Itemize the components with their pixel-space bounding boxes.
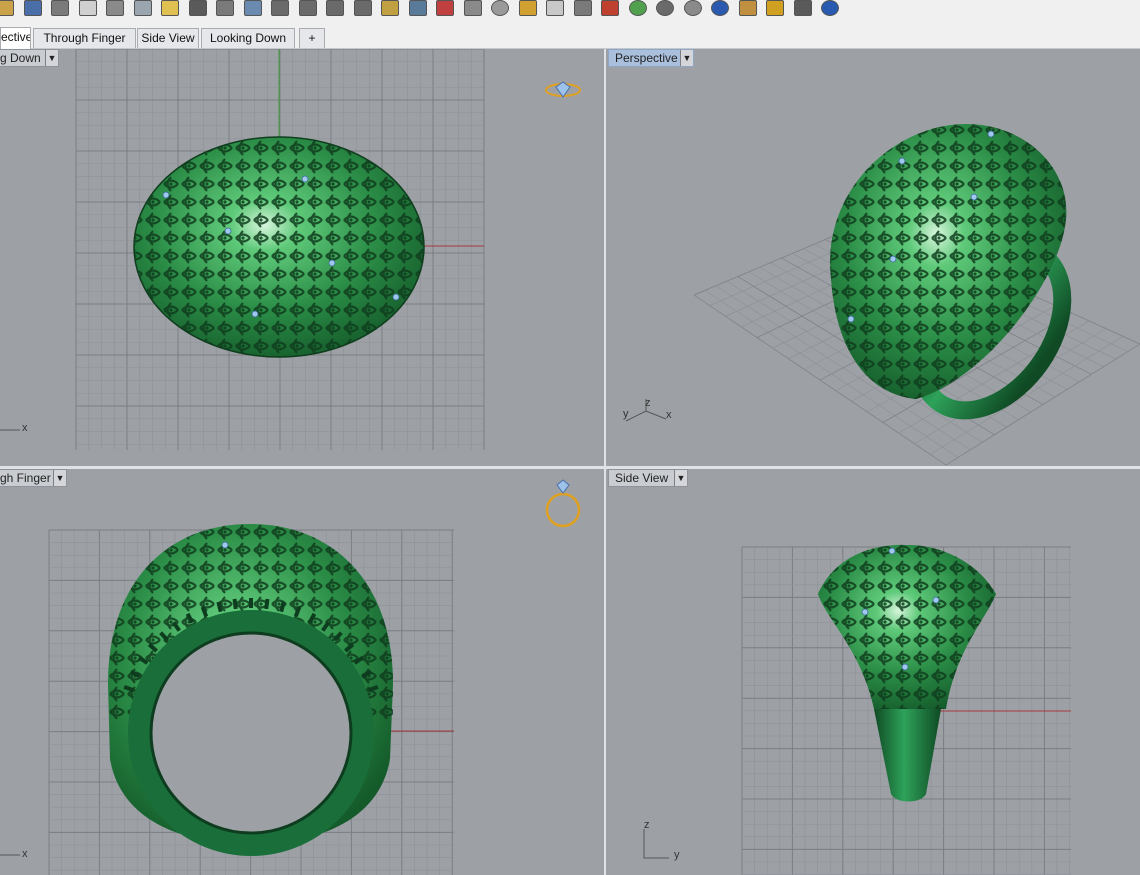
axis-x-label: x [22, 848, 28, 860]
ghosted-icon[interactable] [463, 0, 482, 16]
axis-z-label: z [645, 397, 651, 409]
gem-stone [987, 130, 995, 138]
gem-stone [328, 259, 336, 267]
gem-stone [888, 547, 896, 555]
diamond-icon [556, 479, 570, 494]
axis-y-label: y [674, 849, 680, 861]
viewport-tab-strip: ective Through Finger Side View Looking … [0, 22, 1140, 49]
copy-icon[interactable] [133, 0, 152, 16]
viewport-label-perspective[interactable]: Perspective ▼ [608, 49, 694, 67]
axis-x-label: x [666, 409, 672, 421]
tab-side-view[interactable]: Side View [137, 28, 199, 48]
gem-stone [901, 663, 909, 671]
viewport-title: Side View [615, 471, 669, 485]
viewport-through-finger[interactable]: gh Finger ▼ x [0, 469, 604, 875]
axis-z-label: z [644, 819, 650, 831]
pencil-icon[interactable] [738, 0, 757, 16]
tab-through-finger[interactable]: Through Finger [33, 28, 136, 48]
viewport-looking-down[interactable]: g Down ▼ x [0, 49, 604, 466]
looking-down-canvas [0, 49, 581, 450]
zoom-selected-icon[interactable] [353, 0, 372, 16]
finger-hole [149, 631, 353, 835]
chevron-down-icon[interactable]: ▼ [674, 470, 687, 486]
viewport-title: g Down [0, 51, 41, 65]
ring-view-icon [545, 81, 581, 98]
paste-icon[interactable] [161, 0, 179, 16]
zoom-window-icon[interactable] [298, 0, 317, 16]
viewport-label-looking-down[interactable]: g Down ▼ [0, 49, 59, 67]
gem-stone [301, 175, 309, 183]
select-icon[interactable] [518, 0, 537, 16]
gem-stone [221, 541, 229, 549]
ring-band-icon [545, 492, 581, 528]
new-icon[interactable] [78, 0, 97, 16]
gem-stone [970, 193, 978, 201]
render-sphere-icon[interactable] [683, 0, 702, 16]
help-icon[interactable] [821, 0, 839, 16]
light-icon[interactable] [546, 0, 564, 16]
rotate-icon[interactable] [243, 0, 262, 16]
car-icon[interactable] [436, 0, 454, 16]
gem-stone [162, 191, 170, 199]
axis-y-label: y [623, 408, 629, 420]
viewport-title: gh Finger [0, 471, 51, 485]
color-wheel-icon[interactable] [628, 0, 647, 16]
gem-stone [861, 608, 869, 616]
ring-slot [264, 598, 270, 610]
cut-icon[interactable] [106, 0, 124, 16]
world-axes-gizmo [625, 410, 667, 422]
viewport-label-side-view[interactable]: Side View ▼ [608, 469, 688, 487]
ring-front-icon [545, 479, 581, 528]
undo-icon[interactable] [188, 0, 207, 16]
zoom-target-icon[interactable] [381, 0, 399, 16]
filigree-pattern [830, 124, 1067, 399]
main-toolbar [0, 0, 1140, 22]
circle-icon[interactable] [491, 0, 509, 16]
ring-slot [216, 601, 223, 613]
viewport-title: Perspective [615, 51, 678, 65]
axis-x-label: x [22, 422, 28, 434]
gem-stone [392, 293, 400, 301]
chevron-down-icon[interactable]: ▼ [45, 50, 58, 66]
gem-stone [932, 596, 940, 604]
world-axes-gizmo [643, 829, 669, 859]
ring-slot [279, 601, 286, 613]
ring-slot [232, 598, 238, 610]
tab-looking-down[interactable]: Looking Down [201, 28, 295, 48]
viewport-perspective[interactable]: Perspective ▼ y z x [606, 49, 1140, 466]
lock-icon[interactable] [573, 0, 592, 16]
through-finger-canvas [0, 479, 581, 875]
save-icon[interactable] [23, 0, 42, 16]
viewport-label-through-finger[interactable]: gh Finger ▼ [0, 469, 67, 487]
pan-icon[interactable] [216, 0, 234, 16]
viewport-layout-icon[interactable] [408, 0, 427, 16]
filigree-pattern [134, 137, 424, 357]
perspective-canvas [625, 124, 1140, 466]
blue-sphere-icon[interactable] [711, 0, 729, 16]
gem-stone [847, 315, 855, 323]
gem-stone [251, 310, 259, 318]
zoom-extents-icon[interactable] [326, 0, 344, 16]
zoom-icon[interactable] [271, 0, 289, 16]
viewport-side-view[interactable]: Side View ▼ z y [606, 469, 1140, 875]
snap-icon[interactable] [793, 0, 812, 16]
viewport-vertical-divider[interactable] [604, 49, 606, 875]
open-icon[interactable] [0, 0, 14, 16]
gem-stone [898, 157, 906, 165]
chevron-down-icon[interactable]: ▼ [53, 470, 66, 486]
filigree-pattern [818, 544, 996, 709]
gem-stone [224, 227, 232, 235]
material-icon[interactable] [601, 0, 619, 16]
sphere-icon[interactable] [656, 0, 674, 16]
side-view-canvas [643, 544, 1071, 875]
tab-perspective[interactable]: ective [0, 27, 31, 49]
viewport-horizontal-divider[interactable] [0, 466, 1140, 469]
add-tab-button[interactable]: + [299, 28, 325, 48]
gear-icon[interactable] [766, 0, 784, 16]
print-icon[interactable] [51, 0, 69, 16]
chevron-down-icon[interactable]: ▼ [680, 50, 693, 66]
gem-stone [889, 255, 897, 263]
